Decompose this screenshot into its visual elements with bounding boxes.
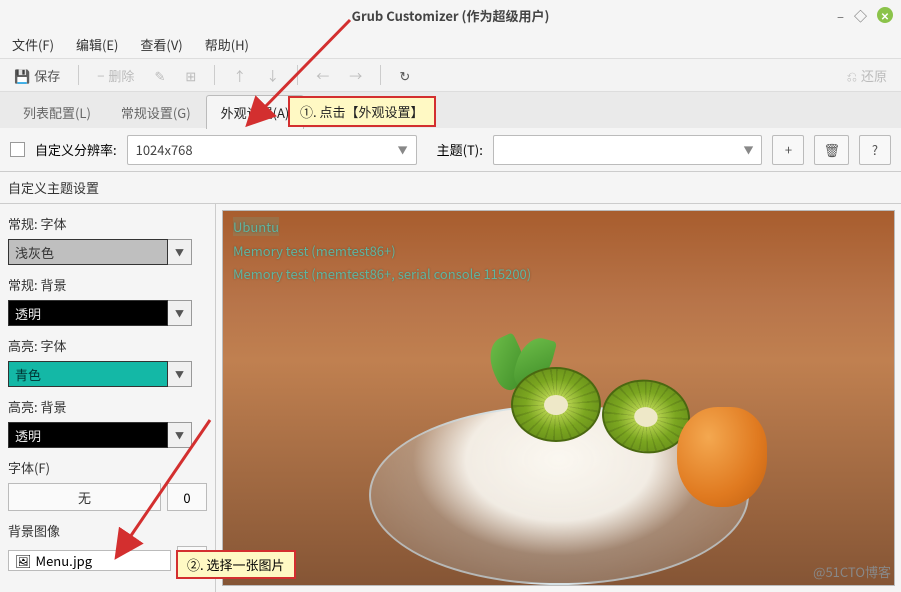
minimize-icon[interactable]: – [837,6,844,25]
trash-icon: 🗑 [823,140,840,159]
theme-left-panel: 常规: 字体 浅灰色 ▼ 常规: 背景 透明 ▼ 高亮: 字体 青色 ▼ 高亮:… [0,204,216,592]
grub-menu-text: Ubuntu Memory test (memtest86+) Memory t… [233,217,531,288]
grub-preview: Ubuntu Memory test (memtest86+) Memory t… [222,210,895,586]
arrow-down-icon: ↓ [266,66,279,85]
highlight-font-swatch: 青色 [8,361,168,387]
normal-bg-label: 常规: 背景 [8,275,207,294]
save-icon: 💾 [14,66,30,85]
save-button[interactable]: 💾 保存 [8,63,66,88]
normal-font-label: 常规: 字体 [8,214,207,233]
menu-help[interactable]: 帮助(H) [201,32,253,57]
add-button[interactable]: ⊞ [179,63,202,88]
bowl-graphic [369,405,749,585]
refresh-icon: ↻ [399,66,410,85]
plus-icon: + [785,140,792,159]
edit-button[interactable]: ✎ [148,63,171,88]
chevron-down-icon: ▼ [168,422,192,448]
highlight-font-label: 高亮: 字体 [8,336,207,355]
arrow-left-icon: ← [316,66,329,85]
normal-font-color-combo[interactable]: 浅灰色 ▼ [8,239,207,265]
plus-box-icon: ⊞ [185,66,196,85]
grub-entry: Memory test (memtest86+, serial console … [233,264,531,283]
forward-button[interactable]: → [343,63,368,88]
custom-resolution-label: 自定义分辨率: [35,140,117,159]
restore-button[interactable]: ⎌ 还原 [841,63,893,88]
separator [297,65,298,85]
annotation-step2: ②. 选择一张图片 [176,550,296,579]
bg-image-filename: Menu.jpg [36,551,93,570]
close-icon[interactable]: ✕ [877,7,893,23]
image-file-icon: 🖼 [15,551,32,570]
window-title: Grub Customizer (作为超级用户) [352,6,550,25]
refresh-button[interactable]: ↻ [393,63,416,88]
highlight-bg-swatch: 透明 [8,422,168,448]
normal-bg-swatch: 透明 [8,300,168,326]
tab-row: 列表配置(L) 常规设置(G) 外观设置(A) ①. 点击【外观设置】 [0,92,901,128]
main-row: 常规: 字体 浅灰色 ▼ 常规: 背景 透明 ▼ 高亮: 字体 青色 ▼ 高亮:… [0,203,901,592]
watermark: @51CTO博客 [813,562,891,581]
arrow-right-icon: → [349,66,362,85]
highlight-bg-color-combo[interactable]: 透明 ▼ [8,422,207,448]
grub-entry: Memory test (memtest86+) [233,241,396,260]
separator [380,65,381,85]
custom-theme-section-title: 自定义主题设置 [0,172,901,203]
font-select-button[interactable]: 无 [8,483,161,511]
bg-image-label: 背景图像 [8,521,207,540]
chevron-down-icon: ▼ [743,142,753,157]
theme-combo[interactable]: ▼ [493,135,763,165]
chevron-down-icon: ▼ [168,361,192,387]
highlight-bg-label: 高亮: 背景 [8,397,207,416]
chevron-down-icon: ▼ [168,300,192,326]
theme-delete-button[interactable]: 🗑 [814,135,849,165]
annotation-step1: ①. 点击【外观设置】 [288,96,436,127]
save-label: 保存 [34,66,60,85]
resolution-row: 自定义分辨率: 1024x768 ▼ 主题(T): ▼ + 🗑 ? [0,128,901,172]
down-button[interactable]: ↓ [260,63,285,88]
menu-view[interactable]: 查看(V) [136,32,186,57]
window-controls: – ◇ ✕ [837,6,893,25]
tab-general-settings[interactable]: 常规设置(G) [106,95,206,129]
menubar: 文件(F) 编辑(E) 查看(V) 帮助(H) [0,30,901,58]
tab-list-config[interactable]: 列表配置(L) [8,95,106,129]
theme-help-button[interactable]: ? [859,135,891,165]
theme-add-button[interactable]: + [772,135,804,165]
resolution-combo[interactable]: 1024x768 ▼ [127,135,417,165]
delete-button[interactable]: − 删除 [91,63,140,88]
menu-file[interactable]: 文件(F) [8,32,58,57]
font-size-value[interactable]: 0 [167,483,207,511]
maximize-icon[interactable]: ◇ [854,6,867,25]
menu-edit[interactable]: 编辑(E) [72,32,122,57]
back-button[interactable]: ← [310,63,335,88]
theme-label: 主题(T): [437,140,483,159]
font-label: 字体(F) [8,458,207,477]
custom-resolution-checkbox[interactable] [10,142,25,157]
chevron-down-icon: ▼ [398,142,408,157]
separator [214,65,215,85]
delete-label: 删除 [108,66,134,85]
chevron-down-icon: ▼ [168,239,192,265]
help-icon: ? [872,140,878,159]
resolution-value: 1024x768 [136,140,193,159]
arrow-up-icon: ↑ [233,66,246,85]
normal-bg-color-combo[interactable]: 透明 ▼ [8,300,207,326]
highlight-font-color-combo[interactable]: 青色 ▼ [8,361,207,387]
pencil-icon: ✎ [154,66,165,85]
up-button[interactable]: ↑ [227,63,252,88]
grub-entry-selected: Ubuntu [233,217,279,236]
restore-icon: ⎌ [847,66,857,85]
minus-icon: − [97,66,104,85]
toolbar: 💾 保存 − 删除 ✎ ⊞ ↑ ↓ ← → ↻ ⎌ 还原 [0,58,901,92]
restore-label: 还原 [861,66,887,85]
separator [78,65,79,85]
bg-image-file-button[interactable]: 🖼 Menu.jpg [8,550,171,571]
normal-font-swatch: 浅灰色 [8,239,168,265]
titlebar: Grub Customizer (作为超级用户) – ◇ ✕ [0,0,901,30]
